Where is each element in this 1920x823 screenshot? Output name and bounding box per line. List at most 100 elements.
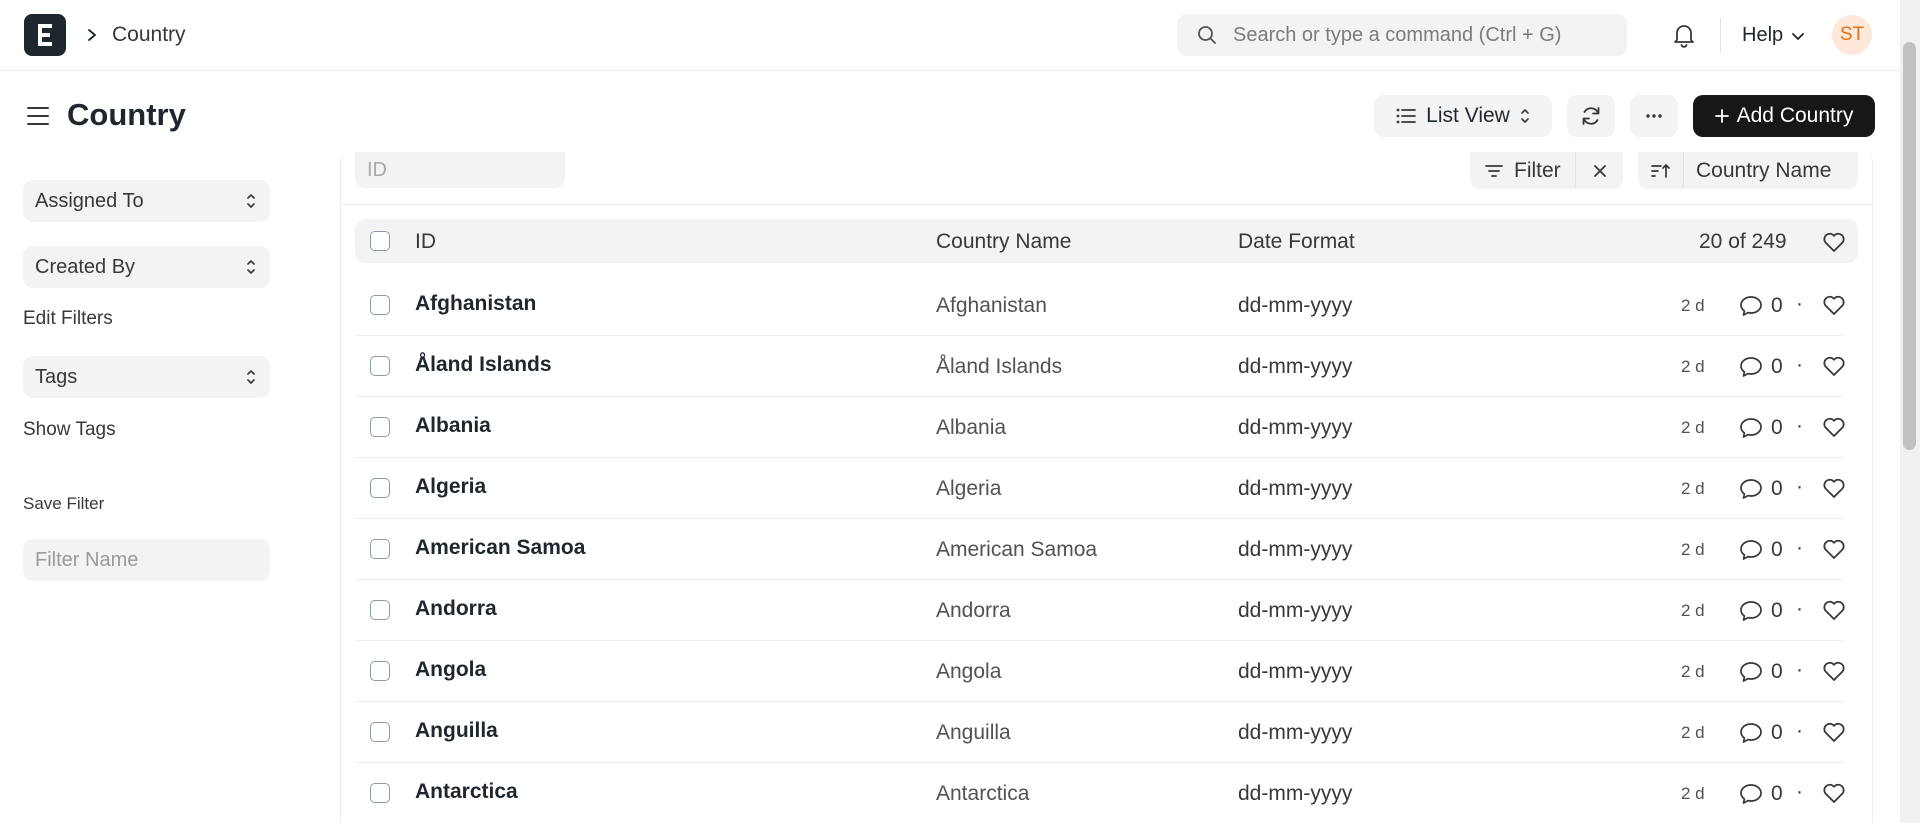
add-country-button[interactable]: Add Country	[1693, 95, 1875, 137]
table-row[interactable]: American Samoa American Samoa dd-mm-yyyy…	[355, 519, 1846, 580]
row-checkbox[interactable]	[370, 478, 390, 498]
bell-icon[interactable]	[1672, 22, 1696, 48]
navbar: Country Help ST	[0, 0, 1900, 71]
row-comments[interactable]: 0	[1739, 660, 1783, 684]
chevron-right-icon	[86, 28, 98, 42]
table-row[interactable]: Albania Albania dd-mm-yyyy 2 d 0 ·	[355, 397, 1846, 458]
row-id-link[interactable]: Afghanistan	[415, 292, 536, 316]
heart-icon[interactable]	[1822, 231, 1846, 253]
row-comments[interactable]: 0	[1739, 294, 1783, 318]
heart-icon[interactable]	[1822, 599, 1846, 621]
row-date-format: dd-mm-yyyy	[1238, 660, 1353, 683]
show-tags-link[interactable]: Show Tags	[23, 419, 116, 441]
page-title: Country	[67, 97, 186, 132]
row-country-name: Angola	[936, 660, 1002, 683]
row-comments[interactable]: 0	[1739, 355, 1783, 379]
tags-label: Tags	[35, 365, 78, 388]
column-header-id[interactable]: ID	[415, 230, 436, 254]
more-actions-button[interactable]	[1630, 95, 1678, 137]
row-modified-time: 2 d	[1681, 784, 1705, 803]
sort-group: Country Name	[1638, 152, 1858, 189]
heart-icon[interactable]	[1822, 782, 1846, 804]
row-comments[interactable]: 0	[1739, 599, 1783, 623]
edit-filters-link[interactable]: Edit Filters	[23, 308, 113, 330]
heart-icon[interactable]	[1822, 721, 1846, 743]
table-row[interactable]: Afghanistan Afghanistan dd-mm-yyyy 2 d 0…	[355, 275, 1846, 336]
sort-direction-button[interactable]	[1638, 152, 1684, 189]
comment-icon	[1739, 356, 1763, 378]
row-modified-time: 2 d	[1681, 296, 1705, 315]
search-bar[interactable]	[1177, 14, 1627, 56]
close-icon	[1593, 164, 1607, 178]
heart-icon[interactable]	[1822, 294, 1846, 316]
list-view-button[interactable]: List View	[1374, 95, 1552, 137]
comment-icon	[1739, 478, 1763, 500]
row-country-name: Andorra	[936, 599, 1011, 622]
separator-dot: ·	[1796, 597, 1803, 620]
row-checkbox[interactable]	[370, 295, 390, 315]
column-header-country-name[interactable]: Country Name	[936, 230, 1071, 254]
row-comments[interactable]: 0	[1739, 477, 1783, 501]
refresh-button[interactable]	[1567, 95, 1615, 137]
table-row[interactable]: Angola Angola dd-mm-yyyy 2 d 0 ·	[355, 641, 1846, 702]
breadcrumb-country[interactable]: Country	[112, 23, 186, 47]
row-date-format: dd-mm-yyyy	[1238, 416, 1353, 439]
row-id-link[interactable]: Anguilla	[415, 719, 498, 743]
table-row[interactable]: Andorra Andorra dd-mm-yyyy 2 d 0 ·	[355, 580, 1846, 641]
help-dropdown[interactable]: Help	[1742, 24, 1805, 47]
column-header-date-format[interactable]: Date Format	[1238, 230, 1355, 254]
table-row[interactable]: Antarctica Antarctica dd-mm-yyyy 2 d 0 ·	[355, 763, 1846, 823]
row-date-format: dd-mm-yyyy	[1238, 477, 1353, 500]
filter-icon	[1484, 163, 1504, 179]
heart-icon[interactable]	[1822, 355, 1846, 377]
heart-icon[interactable]	[1822, 660, 1846, 682]
row-id-link[interactable]: American Samoa	[415, 536, 585, 560]
clear-filters-button[interactable]	[1575, 152, 1623, 189]
filter-button[interactable]: Filter	[1470, 159, 1575, 183]
row-checkbox[interactable]	[370, 783, 390, 803]
table-row[interactable]: Algeria Algeria dd-mm-yyyy 2 d 0 ·	[355, 458, 1846, 519]
row-checkbox[interactable]	[370, 356, 390, 376]
row-id-link[interactable]: Andorra	[415, 597, 497, 621]
row-checkbox[interactable]	[370, 661, 390, 681]
frappe-logo-icon[interactable]	[24, 14, 66, 56]
heart-icon[interactable]	[1822, 538, 1846, 560]
id-filter-input[interactable]	[355, 152, 565, 188]
sort-by-label[interactable]: Country Name	[1684, 159, 1831, 183]
record-count: 20 of 249	[1699, 230, 1787, 253]
row-id-link[interactable]: Angola	[415, 658, 486, 682]
table-row[interactable]: Anguilla Anguilla dd-mm-yyyy 2 d 0 ·	[355, 702, 1846, 763]
select-arrows-icon	[246, 192, 256, 210]
row-country-name: American Samoa	[936, 538, 1098, 561]
row-id-link[interactable]: Algeria	[415, 475, 486, 499]
row-checkbox[interactable]	[370, 417, 390, 437]
row-comments[interactable]: 0	[1739, 721, 1783, 745]
comment-icon	[1739, 722, 1763, 744]
select-all-checkbox[interactable]	[370, 231, 390, 251]
tags-select[interactable]: Tags	[23, 356, 270, 398]
row-comments[interactable]: 0	[1739, 782, 1783, 806]
heart-icon[interactable]	[1822, 416, 1846, 438]
comment-count: 0	[1771, 355, 1783, 378]
row-comments[interactable]: 0	[1739, 538, 1783, 562]
created-by-select[interactable]: Created By	[23, 246, 270, 288]
row-id-link[interactable]: Antarctica	[415, 780, 518, 804]
table-row[interactable]: Åland Islands Åland Islands dd-mm-yyyy 2…	[355, 336, 1846, 397]
assigned-to-select[interactable]: Assigned To	[23, 180, 270, 222]
heart-icon[interactable]	[1822, 477, 1846, 499]
row-id-link[interactable]: Albania	[415, 414, 491, 438]
row-id-link[interactable]: Åland Islands	[415, 353, 552, 377]
scrollbar-thumb[interactable]	[1903, 42, 1916, 450]
row-checkbox[interactable]	[370, 722, 390, 742]
search-input[interactable]	[1233, 23, 1613, 47]
select-arrows-icon	[246, 368, 256, 386]
separator-dot: ·	[1796, 536, 1803, 559]
hamburger-icon[interactable]	[26, 104, 50, 128]
avatar[interactable]: ST	[1832, 15, 1872, 55]
row-comments[interactable]: 0	[1739, 416, 1783, 440]
comment-count: 0	[1771, 599, 1783, 622]
row-checkbox[interactable]	[370, 539, 390, 559]
filter-name-input[interactable]	[23, 539, 270, 581]
select-arrows-icon	[246, 258, 256, 276]
row-checkbox[interactable]	[370, 600, 390, 620]
